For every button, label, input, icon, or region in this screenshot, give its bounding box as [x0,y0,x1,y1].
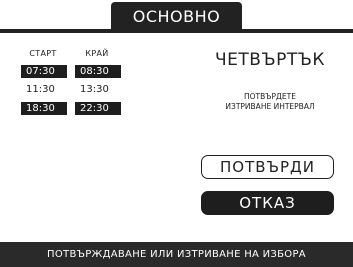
interval-1-end[interactable]: 08:30 [75,65,121,78]
day-label: ЧЕТВЪРТЪК [215,50,325,70]
interval-1-start[interactable]: 07:30 [21,65,67,78]
end-column-header: КРАЙ [85,49,109,58]
confirmation-prompt: ПОТВЪРДЕТЕ ИЗТРИВАНЕ ИНТЕРВАЛ [195,92,345,112]
prompt-line-1: ПОТВЪРДЕТЕ [244,92,296,101]
title-bar: ОСНОВНО [0,0,353,33]
start-column-header: СТАРТ [29,49,57,58]
interval-3-end[interactable]: 22:30 [75,102,121,115]
interval-3-start[interactable]: 18:30 [21,102,67,115]
confirm-button[interactable]: ПОТВЪРДИ [201,155,334,179]
thermostat-screen: ОСНОВНО СТАРТ КРАЙ 07:30 08:30 11:30 13:… [0,0,353,267]
prompt-line-2: ИЗТРИВАНЕ ИНТЕРВАЛ [225,102,315,111]
interval-2-start[interactable]: 11:30 [21,83,67,96]
interval-2-end[interactable]: 13:30 [75,83,121,96]
footer-hint: ПОТВЪРЖДАВАНЕ ИЛИ ИЗТРИВАНЕ НА ИЗБОРА [0,242,353,267]
cancel-button[interactable]: ОТКАЗ [201,191,334,215]
screen-title: ОСНОВНО [111,2,242,33]
